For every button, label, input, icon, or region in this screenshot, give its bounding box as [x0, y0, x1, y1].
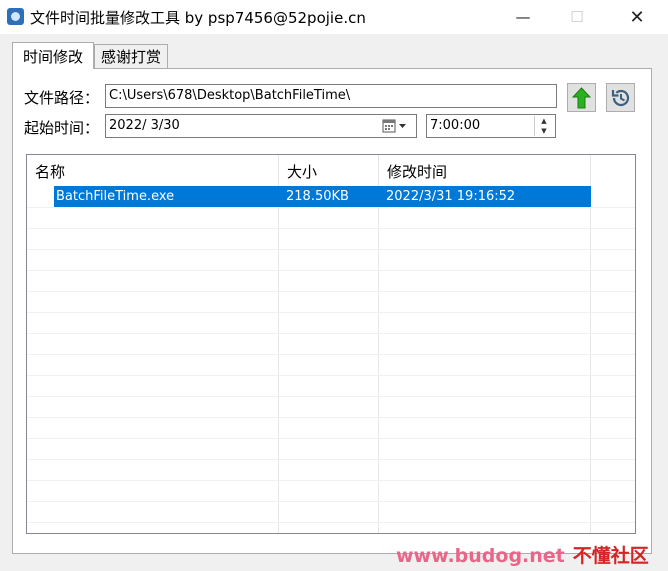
grid-row-line — [27, 459, 635, 460]
history-button[interactable] — [606, 83, 635, 112]
grid-row-line — [27, 207, 635, 208]
file-list[interactable]: 名称 大小 修改时间 BatchFileTime.exe 218.50KB 20… — [26, 154, 636, 534]
close-button[interactable]: ✕ — [614, 0, 660, 34]
column-header-modified[interactable]: 修改时间 — [379, 160, 591, 186]
tab-label: 时间修改 — [22, 47, 83, 66]
grid-row-line — [27, 438, 635, 439]
grid-row-line — [27, 333, 635, 334]
grid-row-line — [27, 291, 635, 292]
title-bar[interactable]: 文件时间批量修改工具 by psp7456@52pojie.cn — ☐ ✕ — [0, 0, 668, 34]
time-spinner[interactable]: ▲ ▼ — [534, 116, 553, 136]
grid-row-line — [27, 354, 635, 355]
modified-time-cell: 2022/3/31 19:16:52 — [386, 189, 516, 204]
date-picker[interactable]: 2022/ 3/30 — [105, 114, 417, 138]
watermark-text: 不懂社区 — [572, 545, 649, 567]
tab-donate[interactable]: 感谢打赏 — [94, 44, 168, 68]
tab-time-modify[interactable]: 时间修改 — [12, 42, 94, 69]
table-row[interactable]: BatchFileTime.exe 218.50KB 2022/3/31 19:… — [54, 186, 591, 207]
column-header-name[interactable]: 名称 — [27, 160, 278, 186]
path-label: 文件路径： — [24, 89, 100, 107]
grid-row-line — [27, 249, 635, 250]
tab-label: 感谢打赏 — [100, 48, 161, 66]
file-name-cell: BatchFileTime.exe — [56, 189, 175, 204]
history-icon — [611, 89, 629, 106]
path-input[interactable]: C:\Users\678\Desktop\BatchFileTime\ — [105, 84, 557, 108]
minimize-button[interactable]: — — [500, 0, 546, 34]
column-header-size[interactable]: 大小 — [279, 160, 379, 186]
grid-row-line — [27, 270, 635, 271]
grid-row-line — [27, 501, 635, 502]
grid-column-line — [378, 155, 379, 533]
file-size-cell: 218.50KB — [286, 189, 349, 204]
grid-row-line — [27, 228, 635, 229]
calendar-dropdown-button[interactable] — [382, 116, 412, 136]
grid-row-line — [27, 417, 635, 418]
grid-row-line — [27, 480, 635, 481]
grid-row-line — [27, 396, 635, 397]
start-time-label: 起始时间： — [24, 119, 100, 137]
watermark-url: www.budog.net — [396, 545, 565, 567]
arrow-up-icon — [572, 86, 591, 108]
spin-down-icon[interactable]: ▼ — [535, 126, 553, 136]
grid-row-line — [27, 312, 635, 313]
app-icon — [7, 8, 24, 25]
watermark: www.budog.net 不懂社区 — [396, 541, 649, 568]
grid-column-line — [590, 155, 591, 533]
calendar-icon — [382, 119, 406, 133]
grid-column-line — [278, 155, 279, 533]
maximize-button[interactable]: ☐ — [554, 0, 600, 34]
grid-row-line — [27, 522, 635, 523]
window-title: 文件时间批量修改工具 by psp7456@52pojie.cn — [30, 9, 366, 27]
grid-row-line — [27, 375, 635, 376]
spin-up-icon[interactable]: ▲ — [535, 116, 553, 126]
up-folder-button[interactable] — [567, 83, 596, 112]
